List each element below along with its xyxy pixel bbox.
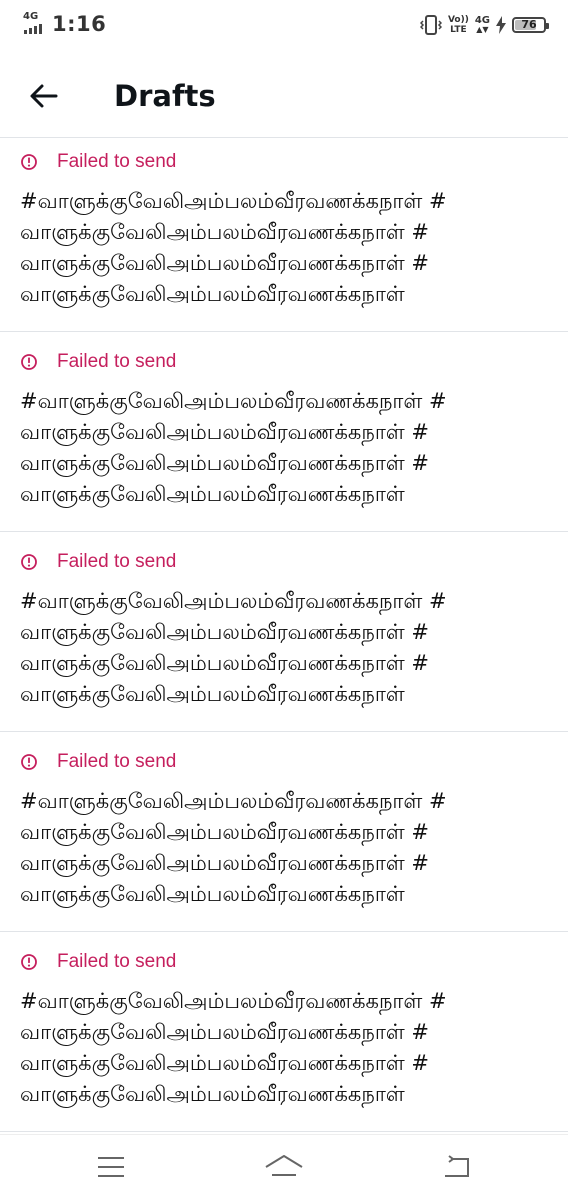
draft-status-text: Failed to send <box>57 751 177 772</box>
draft-text: #வாளுக்குவேலிஅம்பலம்வீரவணக்கநாள் #வாளுக்… <box>20 189 447 306</box>
draft-text: #வாளுக்குவேலிஅம்பலம்வீரவணக்கநாள் #வாளுக்… <box>20 589 447 706</box>
network-4g-icon: 4G ▲▼ <box>474 15 490 34</box>
draft-status: Failed to send <box>20 150 176 174</box>
back-icon <box>445 1155 469 1177</box>
status-bar-left: 4G 1:16 <box>22 12 107 37</box>
home-button[interactable] <box>260 1149 308 1185</box>
alert-circle-icon <box>21 554 37 570</box>
draft-text: #வாளுக்குவேலிஅம்பலம்வீரவணக்கநாள் #வாளுக்… <box>20 789 447 906</box>
draft-text: #வாளுக்குவேலிஅம்பலம்வீரவணக்கநாள் #வாளுக்… <box>20 389 447 506</box>
status-bar: 4G 1:16 Vo)) LTE 4G ▲▼ 76 <box>0 0 568 52</box>
system-nav-bar <box>0 1134 568 1200</box>
volte-top-label: Vo)) <box>447 15 469 25</box>
draft-item[interactable]: Failed to send #வாளுக்குவேலிஅம்பலம்வீரவண… <box>0 138 568 332</box>
network-type-label: 4G <box>23 11 39 22</box>
status-bar-right: Vo)) LTE 4G ▲▼ 76 <box>419 12 549 38</box>
drafts-list: Failed to send #வாளுக்குவேலிஅம்பலம்வீரவண… <box>0 138 568 1134</box>
charging-bolt-icon <box>496 16 506 34</box>
alert-circle-icon <box>21 754 37 770</box>
draft-status-text: Failed to send <box>57 951 177 972</box>
draft-status: Failed to send <box>20 350 176 374</box>
draft-item[interactable]: Failed to send #வாளுக்குவேலிஅம்பலம்வீரவண… <box>0 732 568 932</box>
signal-icon: 4G <box>22 12 46 36</box>
battery-level: 76 <box>521 18 537 31</box>
page-title: Drafts <box>114 79 216 113</box>
draft-item[interactable]: Failed to send #வாளுக்குவேலிஅம்பலம்வீரவண… <box>0 332 568 532</box>
alert-circle-icon <box>21 154 37 170</box>
header: Drafts <box>0 52 568 138</box>
battery-icon: 76 <box>512 17 549 33</box>
recent-apps-button[interactable] <box>87 1149 135 1185</box>
alert-circle-icon <box>21 354 37 370</box>
home-icon <box>265 1155 303 1176</box>
back-arrow-icon <box>30 84 58 108</box>
draft-status: Failed to send <box>20 550 176 574</box>
vibrate-icon <box>419 15 442 35</box>
alert-circle-icon <box>21 954 37 970</box>
draft-item[interactable]: Failed to send #வாளுக்குவேலிஅம்பலம்வீரவண… <box>0 932 568 1132</box>
draft-status: Failed to send <box>20 950 176 974</box>
system-back-button[interactable] <box>432 1149 480 1185</box>
volte-bottom-label: LTE <box>450 25 467 35</box>
volte-icon: Vo)) LTE <box>448 15 469 35</box>
back-button[interactable] <box>20 74 68 118</box>
draft-status-text: Failed to send <box>57 151 177 172</box>
draft-text: #வாளுக்குவேலிஅம்பலம்வீரவணக்கநாள் #வாளுக்… <box>20 989 447 1106</box>
draft-status: Failed to send <box>20 750 176 774</box>
clock-time: 1:16 <box>52 12 107 36</box>
draft-status-text: Failed to send <box>57 351 177 372</box>
draft-status-text: Failed to send <box>57 551 177 572</box>
draft-item[interactable]: Failed to send #வாளுக்குவேலிஅம்பலம்வீரவண… <box>0 532 568 732</box>
menu-icon <box>98 1157 124 1177</box>
